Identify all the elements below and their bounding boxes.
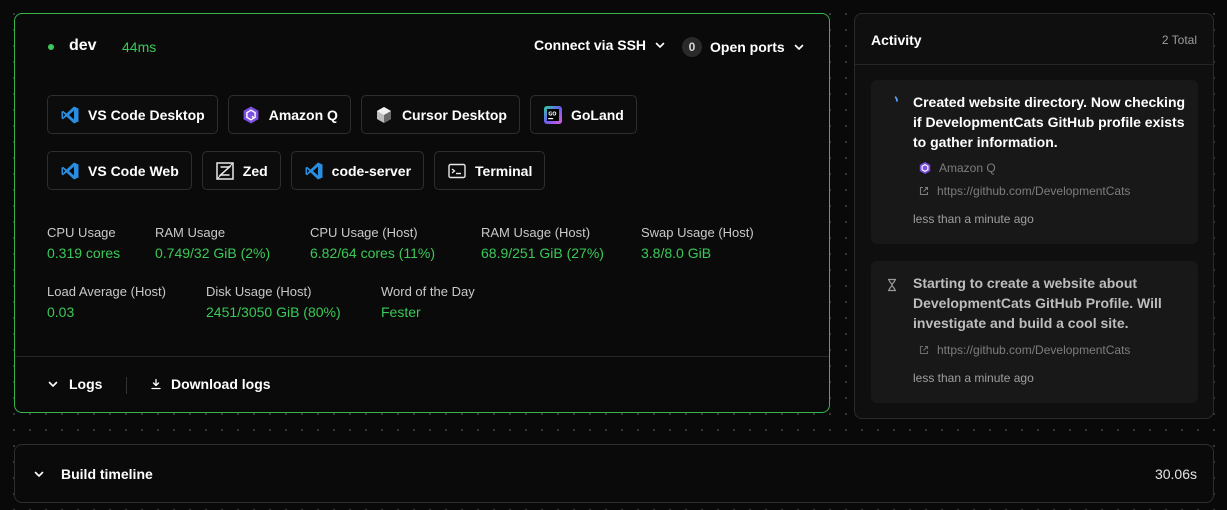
zed-icon: [215, 161, 235, 181]
activity-item: Created website directory. Now checking …: [871, 80, 1198, 244]
logs-toggle-button[interactable]: Logs: [47, 376, 102, 392]
app-button-vscode-desktop[interactable]: VS Code Desktop: [47, 95, 218, 134]
app-label: Cursor Desktop: [401, 106, 507, 123]
app-button-amazon-q[interactable]: Amazon Q: [227, 95, 351, 134]
activity-link[interactable]: https://github.com/DevelopmentCats: [918, 184, 1130, 198]
activity-link-url: https://github.com/DevelopmentCats: [937, 343, 1131, 357]
app-label: code-server: [331, 162, 412, 179]
stat-label: Load Average (Host): [47, 284, 166, 299]
chevron-down-icon: [794, 44, 803, 50]
logs-label: Logs: [69, 376, 103, 392]
connect-ssh-label: Connect via SSH: [534, 37, 647, 53]
latency-value: 44ms: [122, 39, 157, 55]
activity-title: Activity: [871, 32, 922, 48]
build-timeline-bar[interactable]: Build timeline 30.06s: [14, 444, 1214, 503]
app-button-goland[interactable]: GO GoLand: [529, 95, 637, 134]
stat-label: RAM Usage: [155, 225, 226, 240]
chevron-down-icon: [34, 471, 44, 477]
agent-card-footer: Logs Download logs: [15, 356, 829, 413]
activity-panel: Activity 2 Total Created website directo…: [854, 13, 1214, 419]
download-logs-label: Download logs: [171, 376, 271, 392]
activity-item: Starting to create a website about Devel…: [871, 261, 1198, 403]
stat-ram-usage: RAM Usage 0.749/32 GiB (2%): [155, 225, 270, 261]
app-button-terminal[interactable]: Terminal: [434, 151, 546, 190]
goland-icon: GO: [543, 105, 563, 125]
stat-label: Swap Usage (Host): [641, 225, 754, 240]
status-indicator: [48, 44, 54, 50]
connect-ssh-button[interactable]: Connect via SSH: [534, 37, 666, 53]
stat-ram-usage-host: RAM Usage (Host) 68.9/251 GiB (27%): [481, 225, 604, 261]
agent-header: dev 44ms Connect via SSH 0 Open ports: [15, 14, 829, 78]
stat-label: RAM Usage (Host): [481, 225, 591, 240]
activity-app: Amazon Q: [918, 161, 996, 175]
activity-timestamp: less than a minute ago: [913, 212, 1034, 226]
app-button-code-server[interactable]: code-server: [290, 151, 425, 190]
amazon-q-icon: [241, 105, 261, 125]
ports-count-badge: 0: [682, 37, 702, 57]
stat-label: CPU Usage: [47, 225, 116, 240]
stat-label: Disk Usage (Host): [206, 284, 312, 299]
app-button-vscode-web[interactable]: VS Code Web: [47, 151, 192, 190]
download-logs-button[interactable]: Download logs: [150, 376, 271, 392]
stat-word-of-the-day: Word of the Day Fester: [381, 284, 475, 320]
terminal-icon: [447, 161, 467, 181]
vscode-icon: [304, 161, 324, 181]
activity-app-name: Amazon Q: [939, 161, 996, 175]
stat-value: 68.9/251 GiB (27%): [481, 245, 604, 261]
stat-value: 0.03: [47, 304, 75, 320]
activity-total-count: 2 Total: [1161, 33, 1197, 47]
hourglass-icon: [888, 278, 896, 292]
external-link-icon: [919, 345, 929, 355]
stat-swap-usage-host: Swap Usage (Host) 3.8/8.0 GiB: [641, 225, 754, 261]
stat-value: 2451/3050 GiB (80%): [206, 304, 341, 320]
activity-link[interactable]: https://github.com/DevelopmentCats: [918, 343, 1130, 357]
app-label: GoLand: [570, 106, 624, 123]
stat-load-average-host: Load Average (Host) 0.03: [47, 284, 166, 320]
svg-text:GO: GO: [548, 111, 556, 117]
cursor-icon: [374, 105, 394, 125]
activity-text: Starting to create a website about Devel…: [913, 275, 1162, 331]
external-link-icon: [919, 186, 929, 196]
apps-row: VS Code Desktop Amazon Q Cursor Desktop …: [47, 95, 637, 134]
chevron-down-icon: [48, 381, 58, 387]
apps-row: VS Code Web Zed code-server Terminal: [47, 151, 546, 190]
stat-cpu-usage: CPU Usage 0.319 cores: [47, 225, 120, 261]
chevron-down-icon: [655, 42, 665, 48]
stat-value: Fester: [381, 304, 421, 320]
activity-header: Activity 2 Total: [855, 14, 1213, 65]
stat-cpu-usage-host: CPU Usage (Host) 6.82/64 cores (11%): [310, 225, 435, 261]
app-button-zed[interactable]: Zed: [201, 151, 281, 190]
build-timeline-toggle[interactable]: Build timeline: [33, 466, 153, 482]
footer-divider: [126, 377, 127, 394]
app-label: VS Code Web: [88, 162, 179, 179]
stat-value: 6.82/64 cores (11%): [310, 245, 436, 261]
agent-name: dev: [69, 37, 97, 54]
app-label: Amazon Q: [268, 106, 338, 123]
stat-value: 0.749/32 GiB (2%): [155, 245, 271, 261]
agent-card: dev 44ms Connect via SSH 0 Open ports VS…: [14, 13, 830, 413]
vscode-icon: [60, 105, 80, 125]
vscode-icon: [60, 161, 80, 181]
app-label: Terminal: [475, 162, 533, 179]
spinner-icon: [894, 96, 898, 102]
activity-text: Created website directory. Now checking …: [913, 94, 1186, 150]
stat-label: CPU Usage (Host): [310, 225, 418, 240]
build-duration: 30.06s: [1154, 466, 1197, 482]
stat-value: 0.319 cores: [47, 245, 121, 261]
stat-label: Word of the Day: [381, 284, 475, 299]
amazon-q-icon: [919, 162, 931, 174]
activity-timestamp: less than a minute ago: [913, 371, 1034, 385]
app-label: VS Code Desktop: [88, 106, 205, 123]
stat-disk-usage-host: Disk Usage (Host) 2451/3050 GiB (80%): [206, 284, 341, 320]
app-button-cursor-desktop[interactable]: Cursor Desktop: [360, 95, 520, 134]
activity-link-url: https://github.com/DevelopmentCats: [937, 184, 1131, 198]
open-ports-label: Open ports: [710, 39, 785, 55]
build-timeline-label: Build timeline: [61, 466, 153, 482]
stat-value: 3.8/8.0 GiB: [641, 245, 712, 261]
download-icon: [151, 378, 161, 390]
open-ports-button[interactable]: 0 Open ports: [682, 37, 805, 57]
app-label: Zed: [242, 162, 268, 179]
